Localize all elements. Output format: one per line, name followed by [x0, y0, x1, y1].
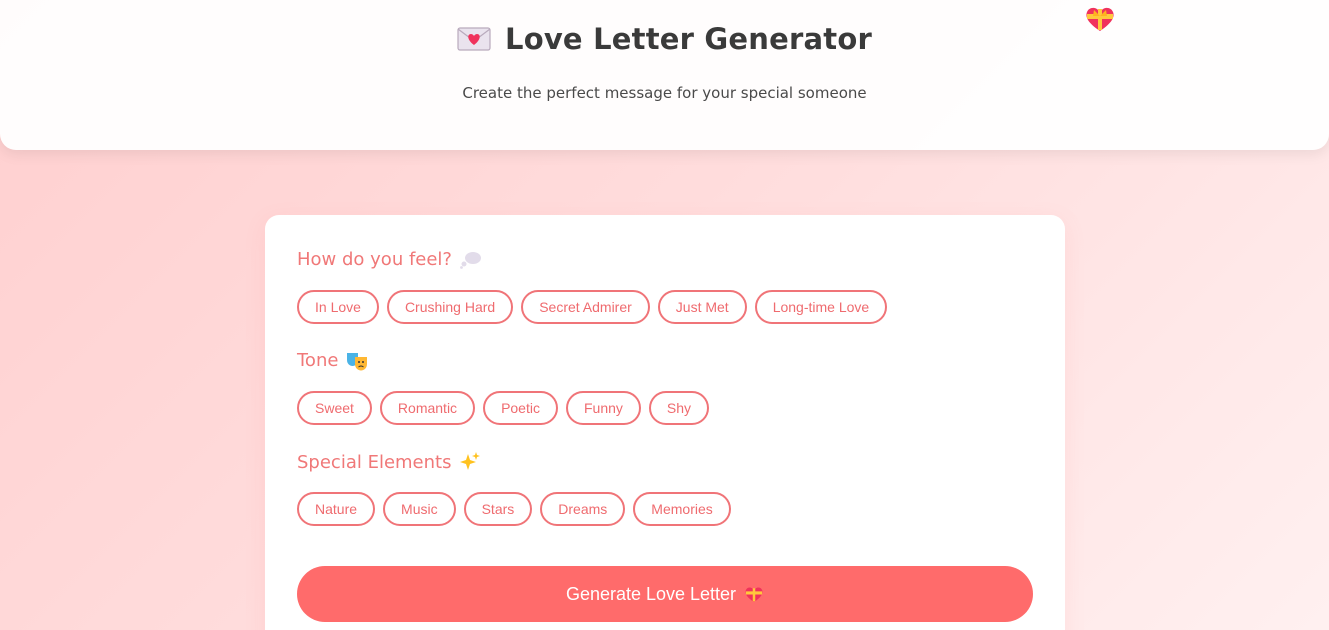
heart-with-ribbon-icon — [1086, 7, 1114, 31]
letter-options-card: How do you feel? In Love Crushing Hard S… — [265, 215, 1065, 630]
chip-secret-admirer[interactable]: Secret Admirer — [521, 290, 650, 324]
page-subtitle: Create the perfect message for your spec… — [462, 84, 867, 102]
love-letter-envelope-icon — [457, 27, 491, 51]
tone-label-text: Tone — [297, 350, 339, 371]
special-elements-section-label: Special Elements — [297, 451, 481, 473]
theater-masks-icon — [347, 352, 368, 370]
chip-funny[interactable]: Funny — [565, 391, 641, 425]
tone-options: Sweet Romantic Poetic Funny Shy — [297, 391, 717, 425]
page-header: Love Letter Generator Create the perfect… — [0, 0, 1329, 150]
chip-in-love[interactable]: In Love — [297, 290, 379, 324]
special-elements-options: Nature Music Stars Dreams Memories — [297, 492, 739, 526]
chip-long-time-love[interactable]: Long-time Love — [754, 290, 888, 324]
chip-romantic[interactable]: Romantic — [379, 391, 476, 425]
feeling-label-text: How do you feel? — [297, 249, 452, 270]
generate-letter-button[interactable]: Generate Love Letter — [297, 566, 1033, 622]
feeling-section-label: How do you feel? — [297, 249, 482, 270]
page-title: Love Letter Generator — [505, 22, 872, 56]
chip-memories[interactable]: Memories — [633, 492, 731, 526]
tone-section-label: Tone — [297, 350, 368, 371]
chip-sweet[interactable]: Sweet — [297, 391, 372, 425]
title-row: Love Letter Generator — [0, 22, 1329, 56]
heart-with-ribbon-icon — [745, 587, 763, 602]
chip-shy[interactable]: Shy — [648, 391, 710, 425]
chip-music[interactable]: Music — [383, 492, 456, 526]
sparkles-icon — [460, 452, 481, 470]
chip-crushing-hard[interactable]: Crushing Hard — [386, 290, 514, 324]
special-elements-label-text: Special Elements — [297, 451, 452, 473]
thought-bubble-icon — [460, 251, 481, 269]
chip-poetic[interactable]: Poetic — [483, 391, 558, 425]
chip-stars[interactable]: Stars — [463, 492, 533, 526]
chip-dreams[interactable]: Dreams — [540, 492, 626, 526]
chip-just-met[interactable]: Just Met — [657, 290, 747, 324]
chip-nature[interactable]: Nature — [297, 492, 376, 526]
generate-button-label: Generate Love Letter — [565, 583, 737, 604]
feeling-options: In Love Crushing Hard Secret Admirer Jus… — [297, 290, 895, 324]
